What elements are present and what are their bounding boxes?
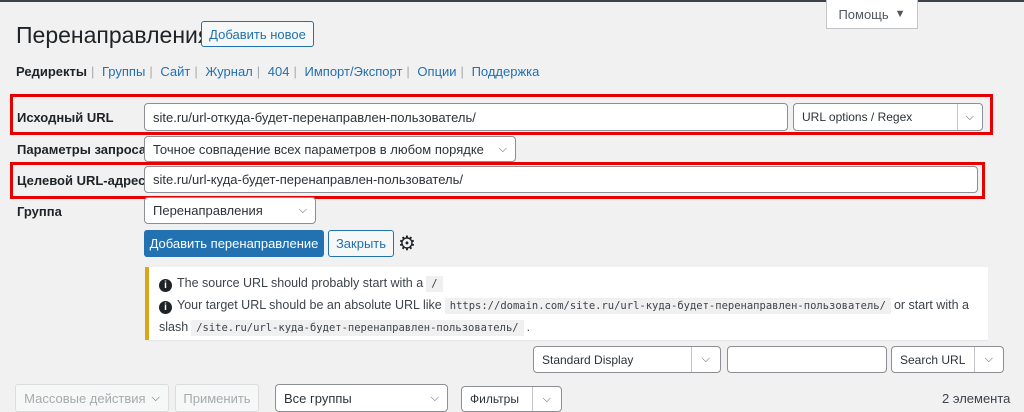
- chevron-down-icon: ⌵: [498, 142, 507, 155]
- gear-icon[interactable]: ⚙: [398, 231, 416, 256]
- filters-label: Фильтры: [470, 392, 519, 406]
- target-url-label: Целевой URL-адрес: [17, 173, 146, 188]
- close-button[interactable]: Закрыть: [328, 230, 394, 257]
- source-url-label: Исходный URL: [17, 110, 114, 125]
- filters-button[interactable]: Фильтры ⌵: [461, 386, 562, 412]
- help-button[interactable]: Помощь ▼: [826, 0, 918, 29]
- source-url-input[interactable]: site.ru/url-откуда-будет-перенаправлен-п…: [144, 103, 788, 131]
- item-count: 2 элемента: [942, 391, 1011, 406]
- subnav-support[interactable]: Поддержка: [472, 64, 540, 79]
- subnav-redirects[interactable]: Редиректы: [16, 64, 87, 79]
- chevron-down-icon: ⌵: [151, 391, 160, 404]
- add-new-button[interactable]: Добавить новое: [201, 21, 314, 47]
- info-icon: i: [159, 301, 172, 314]
- display-select[interactable]: Standard Display ⌵: [533, 346, 721, 373]
- query-params-label: Параметры запроса: [17, 142, 147, 157]
- chevron-down-icon: ⌵: [298, 204, 307, 216]
- subnav-options[interactable]: Опции: [417, 64, 456, 79]
- query-params-select[interactable]: Точное совпадение всех параметров в любо…: [144, 136, 516, 162]
- search-url-label: Search URL: [900, 352, 966, 367]
- subnav-log[interactable]: Журнал: [205, 64, 252, 79]
- group-label: Группа: [17, 204, 62, 219]
- caret-down-icon: ▼: [894, 8, 906, 20]
- apply-button[interactable]: Применить: [175, 384, 259, 412]
- chevron-down-icon: ⌵: [542, 392, 551, 405]
- subnav-groups[interactable]: Группы: [102, 64, 145, 79]
- chevron-down-icon: ⌵: [984, 353, 993, 365]
- groups-filter-select[interactable]: Все группы ⌵: [275, 384, 448, 412]
- notice-code: /site.ru/url-куда-будет-перенаправлен-по…: [191, 320, 524, 336]
- add-redirect-button[interactable]: Добавить перенаправление: [144, 230, 324, 257]
- target-url-input[interactable]: site.ru/url-куда-будет-перенаправлен-пол…: [144, 166, 978, 193]
- notice-code: /: [426, 276, 443, 292]
- notice-code: https://domain.com/site.ru/url-куда-буде…: [444, 298, 891, 314]
- chevron-down-icon: ⌵: [701, 353, 710, 365]
- warning-notice: i The source URL should probably start wi…: [145, 267, 988, 340]
- info-icon: i: [159, 279, 172, 292]
- groups-filter-value: Все группы: [284, 390, 352, 406]
- page-title: Перенаправления: [16, 22, 211, 48]
- group-select[interactable]: Перенаправления ⌵: [144, 197, 316, 224]
- notice-line-1: The source URL should probably start wit…: [177, 276, 424, 290]
- chevron-down-icon: ⌵: [430, 391, 439, 404]
- subnav-import-export[interactable]: Импорт/Экспорт: [305, 64, 403, 79]
- help-label: Помощь: [838, 6, 889, 22]
- url-options-value: URL options / Regex: [802, 110, 913, 124]
- display-value: Standard Display: [542, 352, 634, 367]
- group-value: Перенаправления: [153, 203, 263, 218]
- search-url-button[interactable]: Search URL ⌵: [891, 346, 1004, 373]
- query-params-value: Точное совпадение всех параметров в любо…: [153, 141, 484, 157]
- bulk-actions-select[interactable]: Массовые действия ⌵: [15, 384, 169, 412]
- url-options-select[interactable]: URL options / Regex ⌵: [793, 103, 983, 131]
- notice-period: .: [526, 320, 531, 334]
- subnav: Редиректы | Группы | Сайт | Журнал | 404 | Им…: [16, 64, 540, 79]
- subnav-site[interactable]: Сайт: [160, 64, 190, 79]
- search-input[interactable]: [727, 346, 887, 373]
- bulk-actions-value: Массовые действия: [24, 390, 146, 406]
- subnav-404[interactable]: 404: [268, 64, 290, 79]
- notice-line-2: Your target URL should be an absolute UR…: [177, 298, 442, 312]
- chevron-down-icon: ⌵: [965, 110, 974, 123]
